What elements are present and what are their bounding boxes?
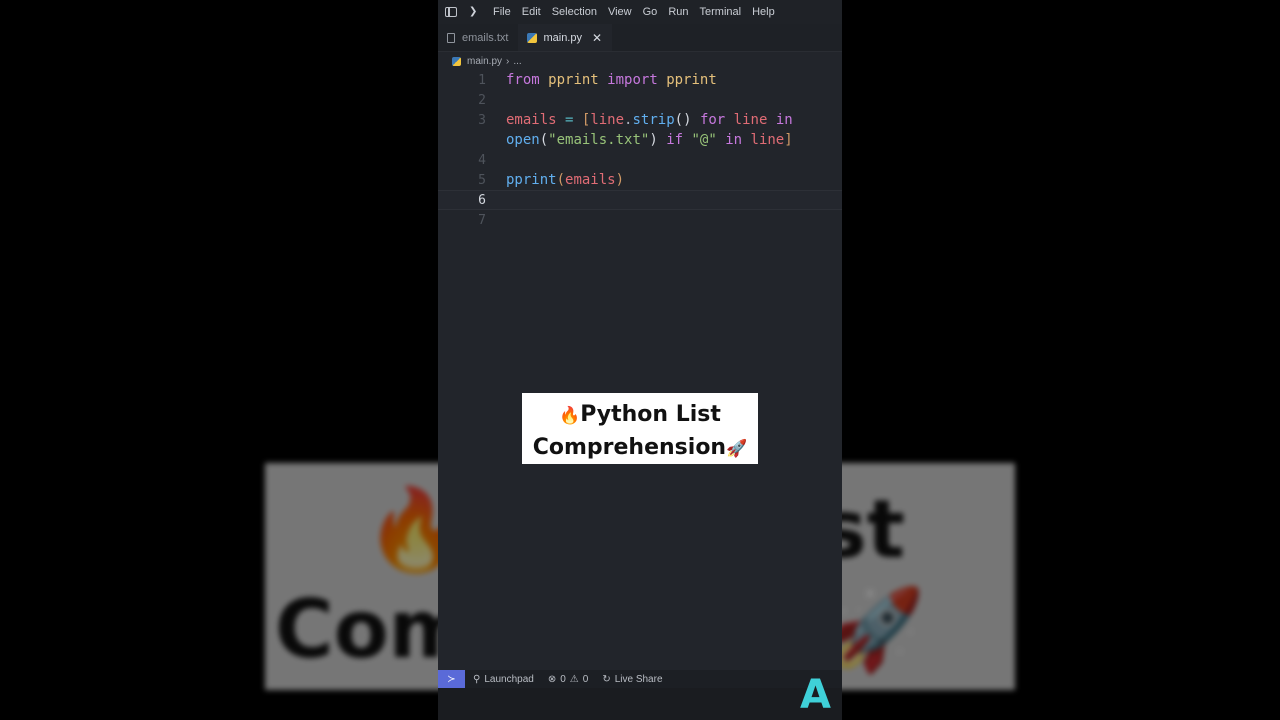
caption-line-2: Comprehension🚀: [532, 435, 748, 460]
menu-help[interactable]: Help: [752, 6, 775, 18]
tab-main-py[interactable]: main.py ✕: [518, 24, 613, 51]
remote-icon: ≻: [447, 673, 456, 685]
launchpad-button[interactable]: ⚲ Launchpad: [473, 674, 534, 685]
error-count: 0: [560, 673, 566, 685]
warning-icon: ⚠: [569, 673, 579, 685]
code-text: open("emails.txt") if "@" in line]: [506, 132, 793, 148]
code-area[interactable]: 1 from pprint import pprint 2 3 emails =…: [438, 70, 842, 230]
line-number: 1: [478, 72, 486, 88]
tab-label: emails.txt: [462, 31, 509, 44]
breadcrumb: main.py › ...: [438, 52, 842, 70]
launchpad-label: Launchpad: [484, 673, 534, 685]
python-file-icon: [452, 56, 461, 66]
rocket-icon: ⚲: [473, 673, 481, 685]
rocket-emoji: 🚀: [726, 439, 748, 459]
menu-view[interactable]: View: [608, 6, 632, 18]
code-line: 5 pprint(emails): [438, 170, 842, 190]
fire-emoji: 🔥: [559, 406, 581, 426]
problems-indicator[interactable]: ⊗ 0 ⚠ 0: [548, 674, 588, 685]
line-number: 7: [478, 212, 486, 228]
python-file-icon: [527, 33, 538, 43]
menu-edit[interactable]: Edit: [522, 6, 541, 18]
line-number: 2: [478, 92, 486, 108]
line-number: 3: [478, 112, 486, 128]
line-number: 4: [478, 152, 486, 168]
code-line: 3 emails = [line.strip() for line in: [438, 110, 842, 130]
bottom-panel: [438, 688, 842, 720]
text-file-icon: [447, 32, 455, 43]
code-text: from pprint import pprint: [506, 72, 717, 88]
channel-logo: A: [800, 672, 831, 718]
editor-tabs: emails.txt main.py ✕: [438, 24, 842, 52]
code-line: 7: [438, 210, 842, 230]
chevron-right-icon: ›: [506, 55, 510, 67]
video-caption: 🔥Python List Comprehension🚀: [522, 393, 758, 464]
tab-emails-txt[interactable]: emails.txt: [438, 24, 518, 51]
tab-label: main.py: [543, 32, 582, 44]
breadcrumb-file[interactable]: main.py: [467, 56, 502, 67]
menu-selection[interactable]: Selection: [552, 6, 597, 18]
breadcrumb-more[interactable]: ...: [513, 56, 521, 67]
code-line-wrapped: open("emails.txt") if "@" in line]: [438, 130, 842, 150]
sidebar-toggle-icon[interactable]: [445, 7, 457, 17]
line-number: 5: [478, 172, 486, 188]
error-icon: ⊗: [547, 673, 557, 685]
menu-file[interactable]: File: [493, 6, 511, 18]
menu-run[interactable]: Run: [668, 6, 688, 18]
code-line: 1 from pprint import pprint: [438, 70, 842, 90]
code-text: emails = [line.strip() for line in: [506, 112, 793, 128]
live-share-label: Live Share: [614, 673, 663, 685]
code-line: 4: [438, 150, 842, 170]
caption-line-1: 🔥Python List: [559, 402, 721, 427]
remote-indicator[interactable]: ≻: [438, 670, 465, 688]
current-code-line: 6: [438, 190, 842, 210]
warning-count: 0: [582, 673, 589, 685]
title-bar: ❯ File Edit Selection View Go Run Termin…: [438, 0, 842, 24]
app-logo-icon: ❯: [469, 6, 478, 17]
status-bar: ≻ ⚲ Launchpad ⊗ 0 ⚠ 0 ↻ Live Share: [438, 670, 842, 688]
code-line: 2: [438, 90, 842, 110]
menu-terminal[interactable]: Terminal: [700, 6, 742, 18]
code-editor-window: ❯ File Edit Selection View Go Run Termin…: [438, 0, 842, 720]
code-text: pprint(emails): [506, 172, 625, 188]
live-share-icon: ↻: [602, 673, 611, 685]
close-icon[interactable]: ✕: [592, 31, 602, 45]
line-number: 6: [478, 192, 486, 208]
menu-go[interactable]: Go: [643, 6, 658, 18]
live-share-button[interactable]: ↻ Live Share: [602, 674, 662, 685]
